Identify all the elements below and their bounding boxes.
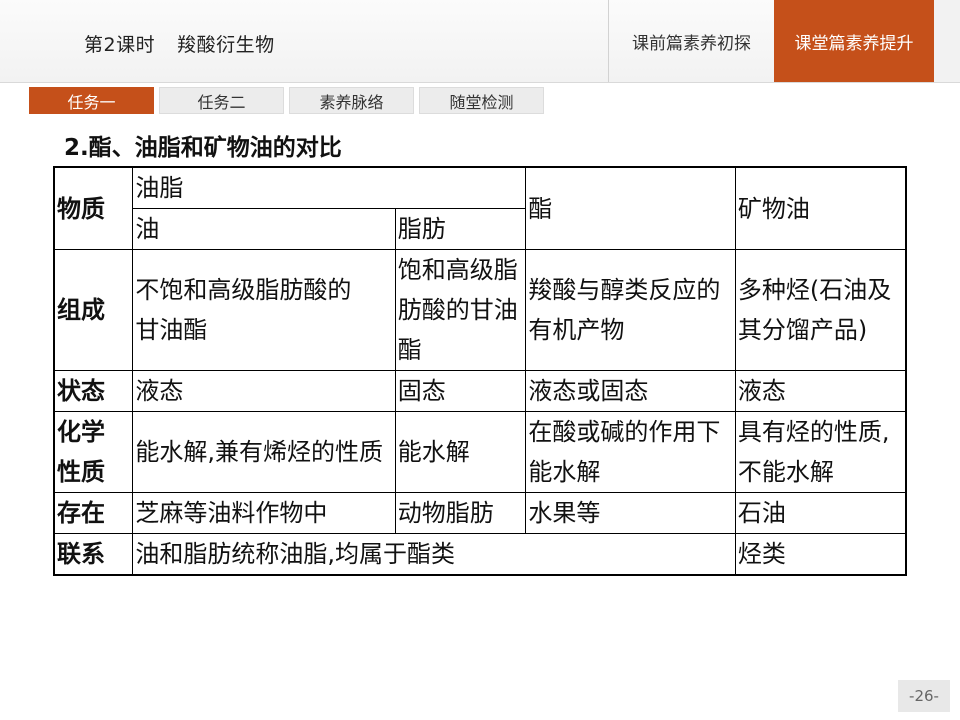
cell-oil-composition: 不饱和高级脂肪酸的甘油酯 [132, 249, 396, 371]
header-oil: 油 [132, 208, 396, 250]
table-row: 化学性质 能水解,兼有烯烃的性质 能水解 在酸或碱的作用下能水解 具有烃的性质,… [53, 411, 907, 493]
cell-ester-state: 液态或固态 [525, 370, 736, 412]
cell-ester-composition: 羧酸与醇类反应的有机产物 [525, 249, 736, 371]
header-mineral-oil: 矿物油 [734, 166, 907, 250]
cell-oil-existence: 芝麻等油料作物中 [132, 492, 396, 534]
cell-relation-mineral: 烃类 [734, 533, 907, 576]
cell-ester-chem: 在酸或碱的作用下能水解 [525, 411, 736, 493]
comparison-table: 物质 油脂 酯 矿物油 油 脂肪 组成 不饱和高级脂肪酸的甘油酯 饱和高级脂肪酸… [53, 166, 907, 576]
header-fat-group: 油脂 [132, 166, 527, 209]
tab-pre-class[interactable]: 课前篇素养初探 [608, 0, 774, 82]
page-number: -26- [898, 680, 950, 712]
header-bar: 第2课时 羧酸衍生物 课前篇素养初探 课堂篇素养提升 [0, 0, 960, 83]
tab-in-class[interactable]: 课堂篇素养提升 [774, 0, 934, 82]
cell-oil-chem: 能水解,兼有烯烃的性质 [132, 411, 396, 493]
table-row: 联系 油和脂肪统称油脂,均属于酯类 烃类 [53, 533, 907, 576]
cell-fat-chem: 能水解 [394, 411, 527, 493]
cell-ester-existence: 水果等 [525, 492, 736, 534]
section-title: 2.酯、油脂和矿物油的对比 [64, 135, 342, 161]
row-label-state: 状态 [53, 370, 134, 412]
cell-fat-existence: 动物脂肪 [394, 492, 527, 534]
table-row: 物质 油脂 酯 矿物油 [53, 166, 907, 250]
table-row: 状态 液态 固态 液态或固态 液态 [53, 370, 907, 412]
cell-relation-oil-fat-ester: 油和脂肪统称油脂,均属于酯类 [132, 533, 736, 576]
row-label-composition: 组成 [53, 249, 134, 371]
header-fat: 脂肪 [394, 208, 527, 250]
lesson-title: 第2课时 羧酸衍生物 [84, 30, 275, 57]
cell-mineral-composition: 多种烃(石油及其分馏产品) [734, 249, 907, 371]
subtab-task-2[interactable]: 任务二 [159, 87, 284, 114]
cell-mineral-existence: 石油 [734, 492, 907, 534]
row-label-relation: 联系 [53, 533, 134, 576]
subtab-task-1[interactable]: 任务一 [29, 87, 154, 114]
lesson-number: 第2课时 [84, 34, 156, 56]
table-row: 存在 芝麻等油料作物中 动物脂肪 水果等 石油 [53, 492, 907, 534]
row-label-chem-properties: 化学性质 [53, 411, 134, 493]
row-label-existence: 存在 [53, 492, 134, 534]
cell-fat-composition: 饱和高级脂肪酸的甘油酯 [394, 249, 527, 371]
header-substance: 物质 [53, 166, 134, 250]
cell-mineral-state: 液态 [734, 370, 907, 412]
lesson-topic: 羧酸衍生物 [177, 34, 275, 56]
cell-mineral-chem: 具有烃的性质,不能水解 [734, 411, 907, 493]
cell-oil-state: 液态 [132, 370, 396, 412]
subtab-quiz[interactable]: 随堂检测 [419, 87, 544, 114]
cell-fat-state: 固态 [394, 370, 527, 412]
table-row: 组成 不饱和高级脂肪酸的甘油酯 饱和高级脂肪酸的甘油酯 羧酸与醇类反应的有机产物… [53, 249, 907, 371]
header-ester: 酯 [525, 166, 736, 250]
subtab-literacy-map[interactable]: 素养脉络 [289, 87, 414, 114]
header-edge [934, 0, 960, 82]
